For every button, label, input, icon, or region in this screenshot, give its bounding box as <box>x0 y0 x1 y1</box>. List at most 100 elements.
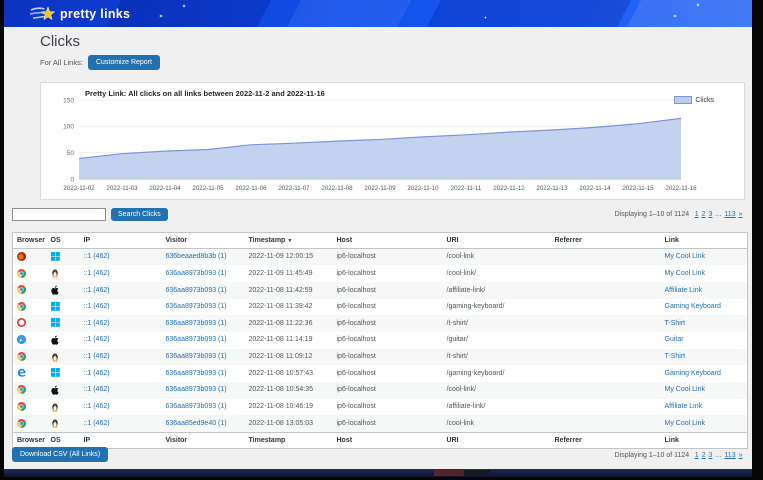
legend-swatch-icon <box>674 96 692 104</box>
chrome-browser-icon <box>17 285 26 294</box>
ip-link[interactable]: ::1 (462) <box>84 320 110 327</box>
column-header-host[interactable]: Host <box>333 233 443 249</box>
pretty-link-link[interactable]: Affiliate Link <box>665 287 703 294</box>
column-header-uri[interactable]: URI <box>443 433 551 449</box>
column-label: Timestamp <box>249 237 286 244</box>
page-link-2[interactable]: 2 <box>702 211 706 218</box>
column-header-referrer[interactable]: Referrer <box>551 233 661 249</box>
pretty-link-link[interactable]: My Cool Link <box>665 253 705 260</box>
pretty-link-link[interactable]: T-Shirt <box>665 320 686 327</box>
edge-browser-icon <box>17 368 26 377</box>
column-header-link[interactable]: Link <box>661 233 748 249</box>
last-page-link[interactable]: 113 <box>724 452 735 459</box>
visitor-link[interactable]: 636aa8973b093 (1) <box>166 353 227 360</box>
apple-os-icon <box>51 285 59 295</box>
column-label: Host <box>337 237 353 244</box>
pretty-link-link[interactable]: T-Shirt <box>665 353 686 360</box>
customize-report-button[interactable]: Customize Report <box>88 55 160 70</box>
visitor-link[interactable]: 636aa85ed9e40 (1) <box>166 420 227 427</box>
pretty-link-link[interactable]: My Cool Link <box>665 270 705 277</box>
timestamp-cell: 2022-11-08 11:14:19 <box>249 336 313 343</box>
download-csv-button[interactable]: Download CSV (All Links) <box>12 447 108 462</box>
pretty-link-link[interactable]: My Cool Link <box>665 420 705 427</box>
pretty-link-link[interactable]: My Cool Link <box>665 386 705 393</box>
pretty-link-link[interactable]: Guitar <box>665 336 684 343</box>
pagination-bottom: Displaying 1–10 of 1124123…113» <box>615 452 744 459</box>
ip-link[interactable]: ::1 (462) <box>84 386 110 393</box>
host-cell: ip6-localhost <box>337 270 376 277</box>
last-page-link[interactable]: 113 <box>724 211 735 218</box>
ip-link[interactable]: ::1 (462) <box>84 403 110 410</box>
uri-cell: /gaming-keyboard/ <box>447 303 505 310</box>
ip-link[interactable]: ::1 (462) <box>84 303 110 310</box>
ip-link[interactable]: ::1 (462) <box>84 353 110 360</box>
column-header-timestamp[interactable]: Timestamp <box>245 433 333 449</box>
click-row: ::1 (462) 636aa8973b093 (1) 2022-11-08 10:… <box>13 382 748 399</box>
timestamp-cell: 2022-11-08 10:54:35 <box>249 386 313 393</box>
column-header-referrer[interactable]: Referrer <box>551 433 661 449</box>
visitor-link[interactable]: 636aa8973b093 (1) <box>166 287 227 294</box>
visitor-link[interactable]: 636aa8973b093 (1) <box>166 270 227 277</box>
page-link-1[interactable]: 1 <box>695 452 699 459</box>
ip-link[interactable]: ::1 (462) <box>84 253 110 260</box>
timestamp-cell: 2022-11-08 10:57:43 <box>249 370 313 377</box>
legend-label: Clicks <box>695 97 714 104</box>
topbar-stripe <box>285 0 414 27</box>
taskbar-item <box>464 470 490 476</box>
column-header-uri[interactable]: URI <box>443 233 551 249</box>
column-header-visitor[interactable]: Visitor <box>162 233 245 249</box>
windows-os-icon <box>51 302 60 311</box>
click-row: ::1 (462)636aa85ed9e40 (1)2022-11-08 13:… <box>13 415 748 432</box>
visitor-link[interactable]: 636aa8973b093 (1) <box>166 403 227 410</box>
visitor-link[interactable]: 636beaaed8b3b (1) <box>166 253 227 260</box>
search-clicks-button[interactable]: Search Clicks <box>111 208 168 221</box>
pagination-top: Displaying 1–10 of 1124123…113» <box>615 211 744 218</box>
timestamp-cell: 2022-11-08 10:46:19 <box>249 403 313 410</box>
column-header-os[interactable]: OS <box>47 233 80 249</box>
visitor-link[interactable]: 636aa8973b093 (1) <box>166 320 227 327</box>
column-header-link[interactable]: Link <box>661 433 748 449</box>
next-page-link[interactable]: » <box>739 211 743 218</box>
apple-os-icon <box>51 385 59 395</box>
ip-link[interactable]: ::1 (462) <box>84 420 110 427</box>
column-header-host[interactable]: Host <box>333 433 443 449</box>
host-cell: ip6-localhost <box>337 403 376 410</box>
svg-text:2022-11-16: 2022-11-16 <box>665 185 697 192</box>
search-input[interactable] <box>12 208 106 221</box>
timestamp-cell: 2022-11-08 11:22:36 <box>249 320 313 327</box>
visitor-link[interactable]: 636aa8973b093 (1) <box>166 336 227 343</box>
visitor-link[interactable]: 636aa8973b093 (1) <box>166 370 227 377</box>
visitor-link[interactable]: 636aa8973b093 (1) <box>166 303 227 310</box>
click-row: ::1 (462) 636aa8973b093 (1) 2022-11-08 11:… <box>13 315 748 331</box>
svg-text:100: 100 <box>63 124 74 131</box>
ip-link[interactable]: ::1 (462) <box>84 287 110 294</box>
page-link-3[interactable]: 3 <box>709 211 713 218</box>
column-header-ip[interactable]: IP <box>80 233 162 249</box>
pretty-link-link[interactable]: Gaming Keyboard <box>665 370 721 377</box>
ip-link[interactable]: ::1 (462) <box>84 270 110 277</box>
ip-link[interactable]: ::1 (462) <box>84 370 110 377</box>
pretty-link-link[interactable]: Gaming Keyboard <box>665 303 721 310</box>
visitor-link[interactable]: 636aa8973b093 (1) <box>166 386 227 393</box>
svg-text:2022-11-05: 2022-11-05 <box>192 185 224 192</box>
chrome-browser-icon <box>17 302 26 311</box>
svg-text:2022-11-04: 2022-11-04 <box>149 185 181 192</box>
svg-text:2022-11-11: 2022-11-11 <box>451 185 482 192</box>
column-header-visitor[interactable]: Visitor <box>162 433 245 449</box>
next-page-link[interactable]: » <box>739 452 743 459</box>
logo-text: pretty links <box>60 7 130 21</box>
column-header-browser[interactable]: Browser <box>13 233 47 249</box>
ip-link[interactable]: ::1 (462) <box>84 336 110 343</box>
timestamp-cell: 2022-11-08 11:09:12 <box>249 353 313 360</box>
chart-legend[interactable]: Clicks <box>674 96 714 104</box>
taskbar <box>4 469 752 477</box>
page-link-1[interactable]: 1 <box>695 211 699 218</box>
page-link-3[interactable]: 3 <box>709 452 713 459</box>
column-header-timestamp[interactable]: Timestamp▼ <box>245 233 333 249</box>
taskbar-item <box>434 470 464 476</box>
pretty-link-link[interactable]: Affiliate Link <box>665 403 703 410</box>
windows-os-icon <box>51 252 60 261</box>
clicks-table-head: BrowserOSIPVisitorTimestamp▼ Host URIRefer… <box>13 233 748 249</box>
host-cell: ip6-localhost <box>337 320 376 327</box>
page-link-2[interactable]: 2 <box>702 452 706 459</box>
